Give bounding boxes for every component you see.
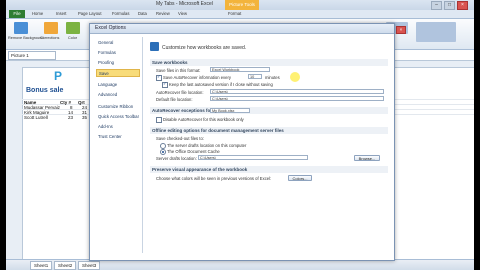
excel-options-dialog: Excel Options ? × General Formulas Proof… (89, 23, 406, 261)
nav-item-save[interactable]: Save (96, 69, 140, 77)
autorecover-label: Save AutoRecover information every (163, 75, 231, 80)
save-format-label: Save files in this format: (156, 68, 201, 73)
nav-item-proofing[interactable]: Proofing (96, 59, 140, 67)
autorecover-location-input[interactable]: C:\Users\ (210, 89, 384, 94)
office-cache-radio[interactable] (160, 149, 166, 155)
default-location-label: Default file location: (156, 97, 193, 102)
color-icon[interactable] (66, 22, 80, 34)
default-location-input[interactable]: C:\Users\ (210, 96, 384, 101)
color-label: Color (68, 36, 78, 40)
server-drafts-label: The server drafts location on this compu… (167, 143, 247, 148)
tab-review[interactable]: Review (156, 11, 170, 16)
title-bar: My Tabs - Microsoft Excel Picture Tools … (6, 0, 474, 10)
table-cell[interactable]: Scott Lutrell (24, 115, 48, 120)
minutes-label: minutes (265, 75, 280, 80)
nav-item-language[interactable]: Language (96, 81, 140, 89)
save-checkedout-label: Save checked-out files to: (156, 136, 204, 141)
sheet-tab[interactable]: Sheet1 (30, 261, 53, 270)
section-autorecover-exceptions: AutoRecover exceptions for: (150, 107, 388, 114)
table-cell[interactable]: 23 (68, 115, 73, 120)
window-title: My Tabs - Microsoft Excel (156, 1, 213, 7)
colors-button[interactable]: Colors... (288, 175, 312, 181)
tab-data[interactable]: Data (138, 11, 147, 16)
save-icon (150, 42, 159, 51)
tab-format[interactable]: Format (228, 11, 241, 16)
nav-item-add-ins[interactable]: Add-Ins (96, 123, 140, 131)
nav-item-quick-access-toolbar[interactable]: Quick Access Toolbar (96, 113, 140, 121)
office-cache-label: The Office Document Cache (167, 149, 220, 154)
nav-item-trust-center[interactable]: Trust Center (96, 133, 140, 141)
dialog-title: Excel Options (95, 25, 126, 31)
autorecover-location-label: AutoRecover file location: (156, 90, 204, 95)
sheet-tab[interactable]: Sheet3 (78, 261, 101, 270)
keep-last-checkbox[interactable] (162, 81, 168, 88)
tab-view[interactable]: View (178, 11, 187, 16)
server-drafts-location-label: Server drafts location: (156, 156, 197, 161)
tab-page-layout[interactable]: Page Layout (78, 11, 102, 16)
tab-file[interactable]: File (9, 10, 25, 18)
remove-background-label: Remove Background (8, 36, 44, 40)
options-content: Customize how workbooks are saved. Save … (148, 37, 390, 257)
section-preserve-appearance: Preserve visual appearance of the workbo… (150, 166, 388, 173)
sheet-title: Bonus sale (26, 87, 64, 94)
sheet-tab[interactable]: Sheet2 (54, 261, 77, 270)
save-format-select[interactable]: Excel Workbook (210, 67, 270, 72)
exceptions-workbook-select[interactable]: My Book.xlsx (210, 108, 250, 113)
colors-label: Choose what colors will be seen in previ… (156, 176, 272, 181)
nav-item-customize-ribbon[interactable]: Customize Ribbon (96, 103, 140, 111)
dialog-close-button[interactable]: × (396, 26, 406, 34)
dialog-title-bar: Excel Options ? × (90, 24, 406, 34)
maximize-button[interactable]: □ (444, 1, 455, 10)
page-headline: Customize how workbooks are saved. (162, 45, 247, 51)
row-headers (6, 67, 23, 259)
options-nav: General Formulas Proofing Save Language … (94, 37, 143, 253)
nav-item-advanced[interactable]: Advanced (96, 91, 140, 99)
context-tab-label[interactable]: Picture Tools (225, 0, 259, 10)
ribbon-tabs: File Home Insert Page Layout Formulas Da… (6, 10, 474, 19)
autorecover-checkbox[interactable] (156, 74, 162, 81)
minimize-button[interactable]: – (431, 1, 442, 10)
close-button[interactable]: × (457, 1, 468, 10)
size-fields-icon[interactable] (416, 22, 456, 42)
server-drafts-location-input[interactable]: C:\Users\ (198, 155, 308, 160)
remove-background-icon[interactable] (14, 22, 28, 34)
section-save-workbooks: Save workbooks (150, 59, 388, 66)
nav-item-formulas[interactable]: Formulas (96, 49, 140, 57)
tab-formulas[interactable]: Formulas (112, 11, 129, 16)
browse-button[interactable]: Browse... (354, 155, 380, 161)
picture-fragment[interactable]: P (54, 69, 68, 83)
window-controls: – □ × (431, 1, 468, 10)
excel-window: My Tabs - Microsoft Excel Picture Tools … (6, 0, 474, 270)
disable-autorecover-checkbox[interactable] (156, 117, 162, 123)
corrections-icon[interactable] (44, 22, 58, 34)
cursor-highlight (290, 72, 300, 82)
nav-item-general[interactable]: General (96, 39, 140, 47)
corrections-label: Corrections (40, 36, 60, 40)
tab-insert[interactable]: Insert (56, 11, 66, 16)
name-box[interactable]: Picture 1 (8, 51, 56, 60)
autorecover-minutes-input[interactable]: 10 (248, 74, 262, 79)
tab-home[interactable]: Home (32, 11, 43, 16)
keep-last-label: Keep the last autosaved version if I clo… (169, 82, 273, 87)
disable-autorecover-label: Disable AutoRecover for this workbook on… (163, 117, 244, 122)
section-offline-editing: Offline editing options for document man… (150, 127, 388, 134)
table-cell[interactable]: 35 (82, 115, 87, 120)
